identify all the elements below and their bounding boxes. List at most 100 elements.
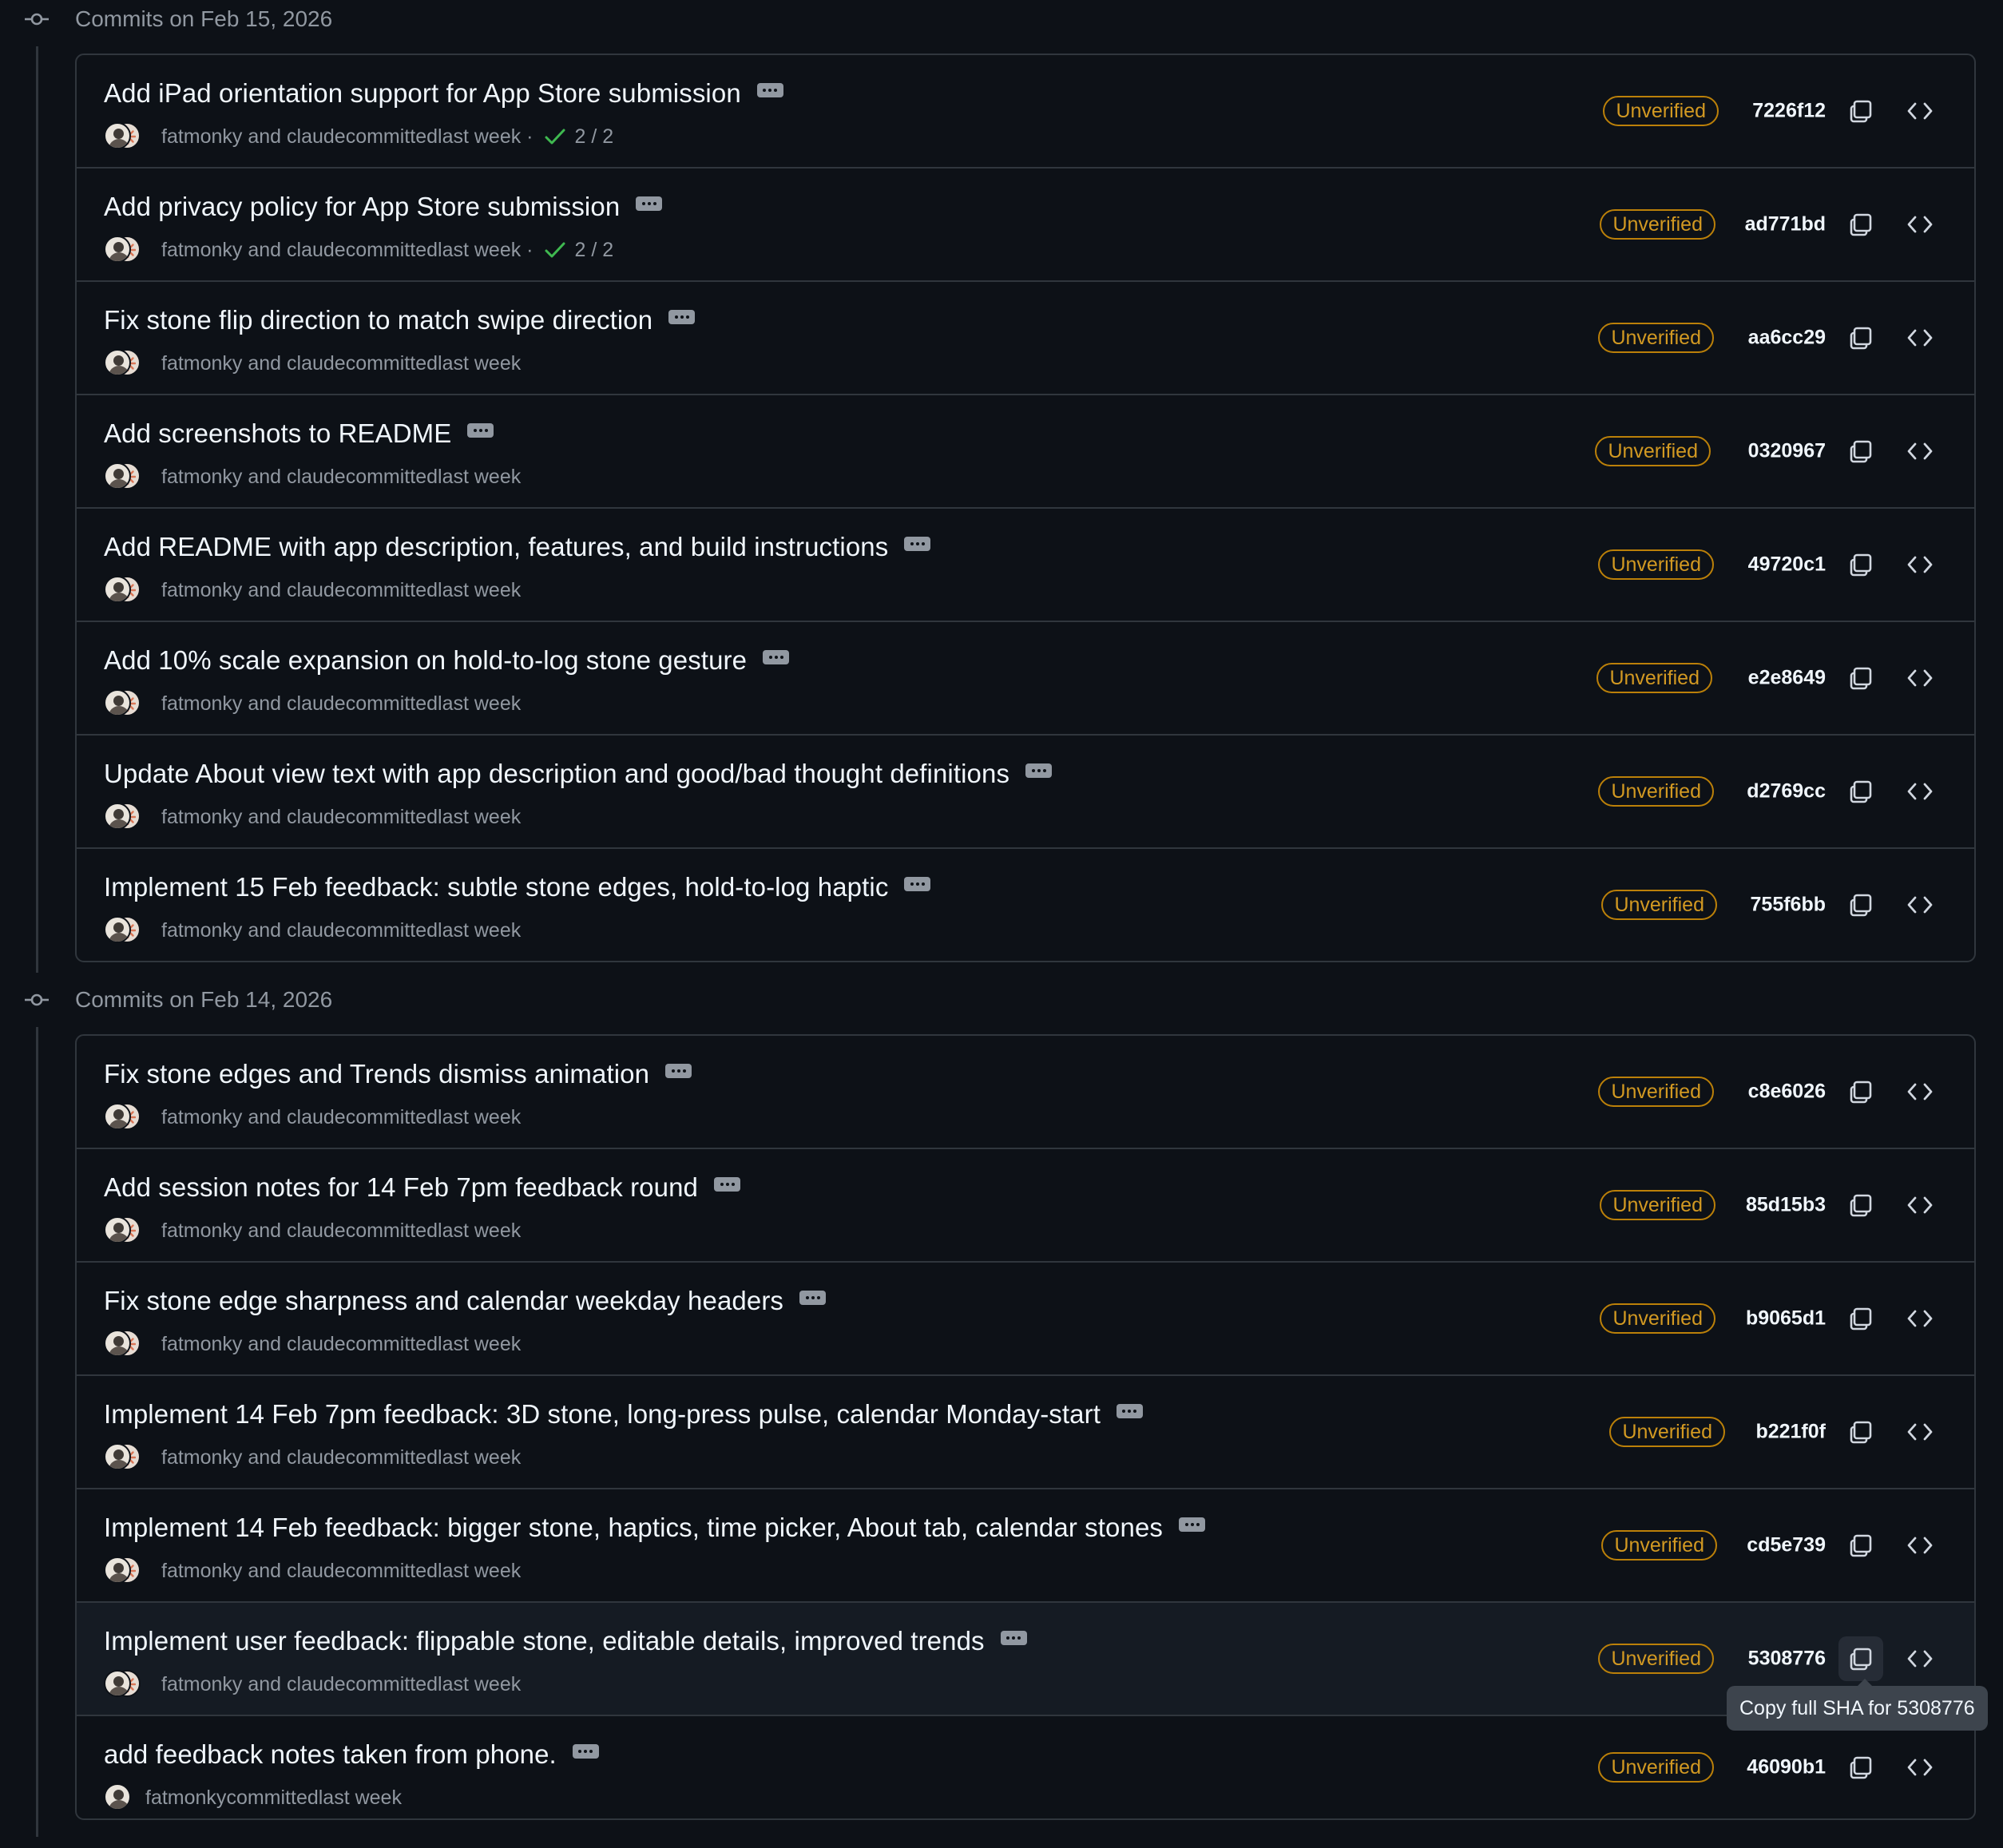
- commit-message-link[interactable]: Add 10% scale expansion on hold-to-log s…: [104, 645, 747, 676]
- verification-badge[interactable]: Unverified: [1596, 663, 1712, 693]
- commit-row[interactable]: Update About view text with app descript…: [77, 736, 1974, 849]
- copy-icon[interactable]: [1838, 1410, 1883, 1454]
- copy-icon[interactable]: [1838, 429, 1883, 474]
- code-icon[interactable]: [1898, 882, 1942, 927]
- copy-icon[interactable]: [1838, 1296, 1883, 1341]
- avatar[interactable]: [104, 1216, 131, 1243]
- commit-message[interactable]: Implement user feedback: flippable stone…: [104, 1626, 1027, 1656]
- verification-badge[interactable]: Unverified: [1600, 1303, 1715, 1334]
- commit-row[interactable]: Add screenshots to README fatmonky and cl…: [77, 395, 1974, 509]
- avatar-stack[interactable]: [104, 1442, 142, 1473]
- commit-message[interactable]: Update About view text with app descript…: [104, 759, 1053, 789]
- checks-count[interactable]: 2 / 2: [575, 239, 614, 262]
- commit-message[interactable]: Add iPad orientation support for App Sto…: [104, 78, 783, 109]
- commit-authors[interactable]: fatmonky and claude: [161, 1106, 346, 1129]
- code-icon[interactable]: [1898, 769, 1942, 814]
- commit-sha-link[interactable]: ad771bd: [1745, 213, 1826, 236]
- commit-message-link[interactable]: Fix stone edge sharpness and calendar we…: [104, 1286, 783, 1316]
- commit-message-link[interactable]: Implement 14 Feb feedback: bigger stone,…: [104, 1513, 1163, 1543]
- kebab-horizontal-icon[interactable]: [572, 1744, 599, 1759]
- kebab-horizontal-icon[interactable]: [668, 310, 696, 324]
- avatar[interactable]: [104, 916, 131, 943]
- avatar[interactable]: [104, 803, 131, 830]
- avatar-stack[interactable]: [104, 1668, 142, 1700]
- commit-message[interactable]: Implement 15 Feb feedback: subtle stone …: [104, 872, 931, 902]
- avatar-stack[interactable]: [104, 1782, 131, 1814]
- kebab-horizontal-icon[interactable]: [904, 877, 931, 891]
- commit-message[interactable]: Implement 14 Feb feedback: bigger stone,…: [104, 1513, 1205, 1543]
- commit-row[interactable]: add feedback notes taken from phone. fatm…: [77, 1716, 1974, 1818]
- commit-authors[interactable]: fatmonky and claude: [161, 1333, 346, 1356]
- verification-badge[interactable]: Unverified: [1600, 1190, 1715, 1220]
- avatar-stack[interactable]: [104, 461, 142, 493]
- commit-authors[interactable]: fatmonky and claude: [161, 919, 346, 942]
- code-icon[interactable]: [1898, 1523, 1942, 1568]
- kebab-horizontal-icon[interactable]: [1179, 1517, 1205, 1532]
- commit-sha-link[interactable]: c8e6026: [1748, 1081, 1826, 1104]
- commit-row[interactable]: Implement user feedback: flippable stone…: [77, 1603, 1974, 1716]
- avatar-stack[interactable]: [104, 1215, 142, 1247]
- commit-sha-link[interactable]: b9065d1: [1746, 1307, 1826, 1330]
- commit-authors[interactable]: fatmonky and claude: [161, 806, 346, 829]
- code-icon[interactable]: [1898, 315, 1942, 360]
- commit-authors[interactable]: fatmonky and claude: [161, 692, 346, 716]
- copy-icon[interactable]: [1838, 656, 1883, 700]
- commit-message-link[interactable]: Add privacy policy for App Store submiss…: [104, 192, 620, 222]
- check-icon[interactable]: [545, 128, 565, 145]
- commit-row[interactable]: Add session notes for 14 Feb 7pm feedbac…: [77, 1149, 1974, 1263]
- avatar-stack[interactable]: [104, 1555, 142, 1587]
- check-icon[interactable]: [545, 241, 565, 259]
- avatar-stack[interactable]: [104, 1101, 142, 1133]
- avatar[interactable]: [104, 1330, 131, 1357]
- commit-message-link[interactable]: Fix stone flip direction to match swipe …: [104, 305, 652, 335]
- copy-icon[interactable]: [1838, 1183, 1883, 1227]
- commit-authors[interactable]: fatmonky and claude: [161, 125, 346, 149]
- commit-message-link[interactable]: Implement 15 Feb feedback: subtle stone …: [104, 872, 888, 902]
- code-icon[interactable]: [1898, 1183, 1942, 1227]
- commit-row[interactable]: Add iPad orientation support for App Sto…: [77, 55, 1974, 169]
- copy-icon[interactable]: [1838, 1523, 1883, 1568]
- commit-message-link[interactable]: Add screenshots to README: [104, 418, 451, 449]
- code-icon[interactable]: [1898, 1410, 1942, 1454]
- commit-message[interactable]: add feedback notes taken from phone.: [104, 1739, 599, 1770]
- code-icon[interactable]: [1898, 542, 1942, 587]
- commit-row[interactable]: Fix stone flip direction to match swipe …: [77, 282, 1974, 395]
- commit-message-link[interactable]: Add iPad orientation support for App Sto…: [104, 78, 741, 109]
- verification-badge[interactable]: Unverified: [1601, 1530, 1717, 1560]
- code-icon[interactable]: [1898, 1296, 1942, 1341]
- commit-message[interactable]: Fix stone edges and Trends dismiss anima…: [104, 1059, 692, 1089]
- avatar-stack[interactable]: [104, 688, 142, 720]
- copy-icon[interactable]: [1838, 542, 1883, 587]
- commit-row[interactable]: Implement 15 Feb feedback: subtle stone …: [77, 849, 1974, 961]
- commit-message[interactable]: Implement 14 Feb 7pm feedback: 3D stone,…: [104, 1399, 1143, 1430]
- avatar[interactable]: [104, 462, 131, 490]
- avatar-stack[interactable]: [104, 574, 142, 606]
- copy-icon[interactable]: [1838, 89, 1883, 133]
- commit-message-link[interactable]: Add session notes for 14 Feb 7pm feedbac…: [104, 1172, 698, 1203]
- commit-authors[interactable]: fatmonky and claude: [161, 579, 346, 602]
- kebab-horizontal-icon[interactable]: [467, 423, 494, 438]
- commit-message[interactable]: Fix stone edge sharpness and calendar we…: [104, 1286, 827, 1316]
- kebab-horizontal-icon[interactable]: [665, 1064, 692, 1078]
- commit-authors[interactable]: fatmonky and claude: [161, 1560, 346, 1583]
- commit-message[interactable]: Add screenshots to README: [104, 418, 494, 449]
- avatar[interactable]: [104, 1783, 131, 1810]
- commit-sha-link[interactable]: 85d15b3: [1746, 1194, 1826, 1217]
- avatar-stack[interactable]: [104, 234, 142, 266]
- commit-message-link[interactable]: Update About view text with app descript…: [104, 759, 1009, 789]
- avatar[interactable]: [104, 1670, 131, 1697]
- commit-sha-link[interactable]: 755f6bb: [1751, 894, 1826, 917]
- kebab-horizontal-icon[interactable]: [799, 1291, 827, 1305]
- kebab-horizontal-icon[interactable]: [904, 537, 931, 551]
- commit-row[interactable]: Add README with app description, feature…: [77, 509, 1974, 622]
- verification-badge[interactable]: Unverified: [1609, 1417, 1725, 1447]
- verification-badge[interactable]: Unverified: [1595, 436, 1711, 466]
- commit-message[interactable]: Add README with app description, feature…: [104, 532, 931, 562]
- avatar[interactable]: [104, 1103, 131, 1130]
- commit-authors[interactable]: fatmonky and claude: [161, 466, 346, 489]
- code-icon[interactable]: [1898, 1636, 1942, 1681]
- commit-sha-link[interactable]: 46090b1: [1747, 1756, 1826, 1779]
- commit-authors[interactable]: fatmonky and claude: [161, 1219, 346, 1243]
- copy-icon[interactable]: [1838, 202, 1883, 247]
- commit-authors[interactable]: fatmonky and claude: [161, 1673, 346, 1696]
